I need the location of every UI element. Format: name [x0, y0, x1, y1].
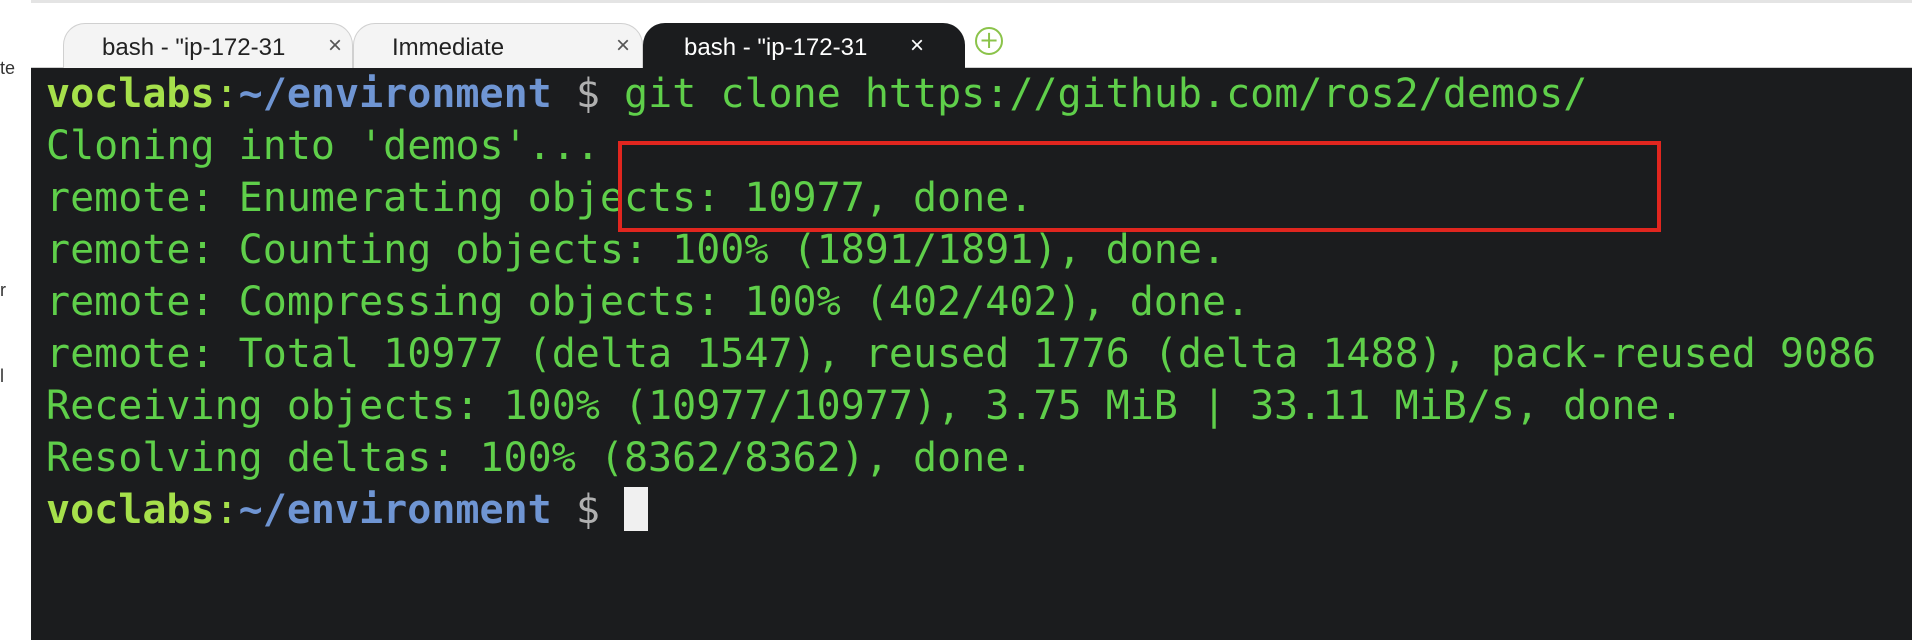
sidebar-fragment: r: [0, 280, 6, 300]
output-line: Cloning into 'demos'...: [46, 123, 600, 169]
output-line: remote: Total 10977 (delta 1547), reused…: [46, 331, 1877, 377]
prompt-colon: :: [214, 487, 239, 533]
terminal-output[interactable]: voclabs:~/environment $ git clone https:…: [31, 68, 1912, 640]
terminal-cursor: [624, 487, 649, 531]
current-prompt-line[interactable]: voclabs:~/environment $: [46, 484, 649, 536]
tab-immediate[interactable]: Immediate ×: [353, 23, 643, 70]
command-line: voclabs:~/environment $ git clone https:…: [46, 68, 1587, 120]
output-line: remote: Enumerating objects: 10977, done…: [46, 175, 1034, 221]
prompt-path: ~/environment: [238, 71, 552, 117]
sidebar-fragment: l: [0, 366, 4, 386]
left-sidebar-strip: te r l: [0, 0, 32, 640]
prompt-symbol: $: [575, 71, 600, 117]
terminal-tab-bar: bash - "ip-172-31 × Immediate × bash - "…: [31, 0, 1912, 70]
sidebar-fragment: te: [0, 58, 16, 78]
prompt-host: voclabs: [46, 71, 215, 117]
prompt-symbol: $: [575, 487, 600, 533]
add-tab-icon[interactable]: +: [975, 27, 1003, 55]
tab-label: bash - "ip-172-31: [684, 34, 868, 61]
tab-label: bash - "ip-172-31: [102, 34, 286, 61]
prompt-path: ~/environment: [238, 487, 552, 533]
close-icon[interactable]: ×: [328, 32, 342, 60]
output-line: Resolving deltas: 100% (8362/8362), done…: [46, 435, 1034, 481]
tab-bash-1[interactable]: bash - "ip-172-31 ×: [63, 23, 353, 70]
tab-bash-active[interactable]: bash - "ip-172-31 ×: [643, 23, 965, 70]
git-clone-command: git clone https://github.com/ros2/demos/: [624, 71, 1588, 117]
close-icon[interactable]: ×: [910, 32, 924, 60]
output-line: remote: Compressing objects: 100% (402/4…: [46, 279, 1251, 325]
output-line: Receiving objects: 100% (10977/10977), 3…: [46, 383, 1684, 429]
prompt-host: voclabs: [46, 487, 215, 533]
prompt-colon: :: [214, 71, 239, 117]
tab-label: Immediate: [392, 34, 505, 61]
output-line: remote: Counting objects: 100% (1891/189…: [46, 227, 1227, 273]
close-icon[interactable]: ×: [616, 32, 630, 60]
